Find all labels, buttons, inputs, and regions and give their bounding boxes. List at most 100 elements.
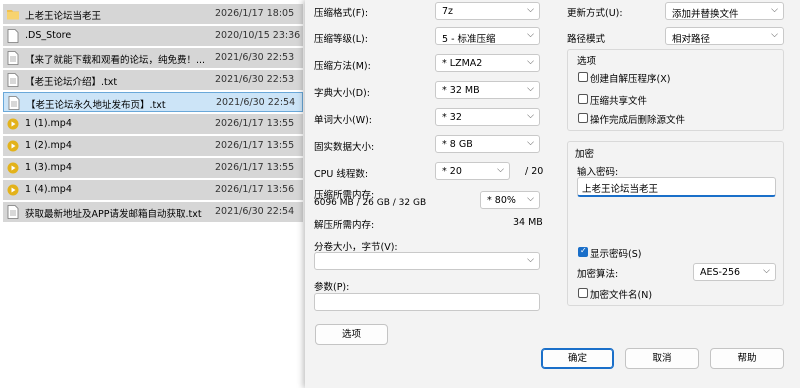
params-label: 参数(P): <box>314 282 350 293</box>
encrypt-names-checkbox[interactable] <box>578 288 588 298</box>
update-label: 更新方式(U): <box>567 8 623 19</box>
delete-checkbox[interactable] <box>578 113 588 123</box>
mem-compress-detail: 6096 MB / 26 GB / 32 GB <box>314 198 427 208</box>
word-select[interactable]: * 32 ⌵ <box>435 108 540 126</box>
file-row[interactable]: 【老王论坛介绍】.txt 2021/6/30 22:53 <box>3 70 303 90</box>
video-icon <box>7 118 19 130</box>
enc-method-value: AES-256 <box>700 267 741 278</box>
file-name: 1 (1).mp4 <box>25 118 72 129</box>
update-value: 添加并替换文件 <box>672 9 739 20</box>
file-row[interactable]: 上老王论坛当老王 2026/1/17 18:05 <box>3 4 303 24</box>
password-label: 输入密码: <box>577 167 619 178</box>
chevron-down-icon: ⌵ <box>527 84 534 94</box>
video-icon <box>7 162 19 174</box>
file-name: .DS_Store <box>25 30 72 41</box>
show-password-label: 显示密码(S) <box>590 249 642 260</box>
file-date: 2021/6/30 22:53 <box>215 52 295 63</box>
file-row[interactable]: 【来了就能下载和观看的论坛，纯免费！... 2021/6/30 22:53 <box>3 48 303 68</box>
file-date: 2020/10/15 23:36 <box>215 30 301 41</box>
file-name: 1 (2).mp4 <box>25 140 72 151</box>
mem-decompress-value: 34 MB <box>513 217 543 228</box>
enc-method-select[interactable]: AES-256 ⌵ <box>693 263 776 281</box>
path-value: 相对路径 <box>672 34 711 45</box>
encrypt-names-label: 加密文件名(N) <box>590 290 653 301</box>
cancel-button[interactable]: 取消 <box>625 348 699 369</box>
file-row[interactable]: 1 (4).mp4 2026/1/17 13:56 <box>3 180 303 200</box>
text-file-icon <box>7 205 19 219</box>
sfx-checkbox[interactable] <box>578 72 588 82</box>
mem-decompress-label: 解压所需内存: <box>314 220 375 231</box>
mem-compress-select[interactable]: * 80% ⌵ <box>480 191 540 209</box>
file-name: 1 (3).mp4 <box>25 162 72 173</box>
file-name: 获取最新地址及APP请发邮箱自动获取.txt <box>25 209 202 220</box>
file-date: 2021/6/30 22:54 <box>216 97 296 108</box>
file-row[interactable]: 1 (1).mp4 2026/1/17 13:55 <box>3 114 303 134</box>
split-select[interactable]: ⌵ <box>314 252 540 270</box>
password-value: 上老王论坛当老王 <box>582 184 659 195</box>
split-label: 分卷大小，字节(V): <box>314 242 398 253</box>
path-select[interactable]: 相对路径 ⌵ <box>665 27 784 45</box>
params-input[interactable] <box>314 293 540 311</box>
solid-value: * 8 GB <box>442 139 473 150</box>
file-row[interactable]: .DS_Store 2020/10/15 23:36 <box>3 26 303 46</box>
shared-checkbox[interactable] <box>578 94 588 104</box>
file-name: 【来了就能下载和观看的论坛，纯免费！... <box>25 55 206 66</box>
text-file-icon <box>7 73 19 87</box>
file-date: 2026/1/17 13:55 <box>215 118 295 129</box>
file-date: 2026/1/17 18:05 <box>215 8 295 19</box>
video-icon <box>7 184 19 196</box>
solid-select[interactable]: * 8 GB ⌵ <box>435 135 540 153</box>
file-row[interactable]: 1 (3).mp4 2026/1/17 13:55 <box>3 158 303 178</box>
chevron-down-icon: ⌵ <box>527 255 534 265</box>
dict-label: 字典大小(D): <box>314 88 370 99</box>
level-value: 5 - 标准压缩 <box>442 34 496 45</box>
chevron-down-icon: ⌵ <box>771 5 778 15</box>
format-label: 压缩格式(F): <box>314 8 369 19</box>
file-row[interactable]: 获取最新地址及APP请发邮箱自动获取.txt 2021/6/30 22:54 <box>3 202 303 222</box>
encryption-title: 加密 <box>575 149 595 160</box>
file-name: 1 (4).mp4 <box>25 184 72 195</box>
level-label: 压缩等级(L): <box>314 34 368 45</box>
chevron-down-icon: ⌵ <box>527 5 534 15</box>
delete-label: 操作完成后删除源文件 <box>590 115 686 126</box>
chevron-down-icon: ⌵ <box>527 30 534 40</box>
file-row-selected[interactable]: 【老王论坛永久地址发布页】.txt 2021/6/30 22:54 <box>3 92 303 112</box>
file-name: 上老王论坛当老王 <box>25 11 102 22</box>
help-button[interactable]: 帮助 <box>710 348 784 369</box>
enc-method-label: 加密算法: <box>577 269 619 280</box>
cpu-max: / 20 <box>525 166 544 177</box>
add-to-archive-dialog: 压缩格式(F): 7z ⌵ 压缩等级(L): 5 - 标准压缩 ⌵ 压缩方法(M… <box>305 0 800 388</box>
chevron-down-icon: ⌵ <box>527 138 534 148</box>
shared-label: 压缩共享文件 <box>590 96 648 107</box>
word-label: 单词大小(W): <box>314 115 373 126</box>
dict-select[interactable]: * 32 MB ⌵ <box>435 81 540 99</box>
file-icon <box>7 29 19 43</box>
solid-label: 固实数据大小: <box>314 142 375 153</box>
cpu-select[interactable]: * 20 ⌵ <box>435 162 510 180</box>
file-date: 2026/1/17 13:56 <box>215 184 295 195</box>
word-value: * 32 <box>442 112 462 123</box>
path-label: 路径模式 <box>567 34 606 45</box>
options-button[interactable]: 选项 <box>315 324 388 345</box>
chevron-down-icon: ⌵ <box>527 111 534 121</box>
password-input[interactable]: 上老王论坛当老王 <box>577 177 776 197</box>
cpu-value: * 20 <box>442 166 462 177</box>
method-label: 压缩方法(M): <box>314 61 371 72</box>
chevron-down-icon: ⌵ <box>497 165 504 175</box>
file-date: 2026/1/17 13:55 <box>215 162 295 173</box>
file-name: 【老王论坛永久地址发布页】.txt <box>26 100 166 111</box>
mem-compress-value: * 80% <box>487 195 516 206</box>
show-password-checkbox[interactable] <box>578 246 588 257</box>
chevron-down-icon: ⌵ <box>527 194 534 204</box>
format-select[interactable]: 7z ⌵ <box>435 2 540 20</box>
update-select[interactable]: 添加并替换文件 ⌵ <box>665 2 784 20</box>
method-select[interactable]: * LZMA2 ⌵ <box>435 54 540 72</box>
level-select[interactable]: 5 - 标准压缩 ⌵ <box>435 27 540 45</box>
cpu-label: CPU 线程数: <box>314 169 369 180</box>
chevron-down-icon: ⌵ <box>763 266 770 276</box>
text-file-icon <box>7 51 19 65</box>
method-value: * LZMA2 <box>442 58 483 69</box>
file-row[interactable]: 1 (2).mp4 2026/1/17 13:55 <box>3 136 303 156</box>
ok-button[interactable]: 确定 <box>541 348 614 369</box>
file-name: 【老王论坛介绍】.txt <box>25 77 118 88</box>
